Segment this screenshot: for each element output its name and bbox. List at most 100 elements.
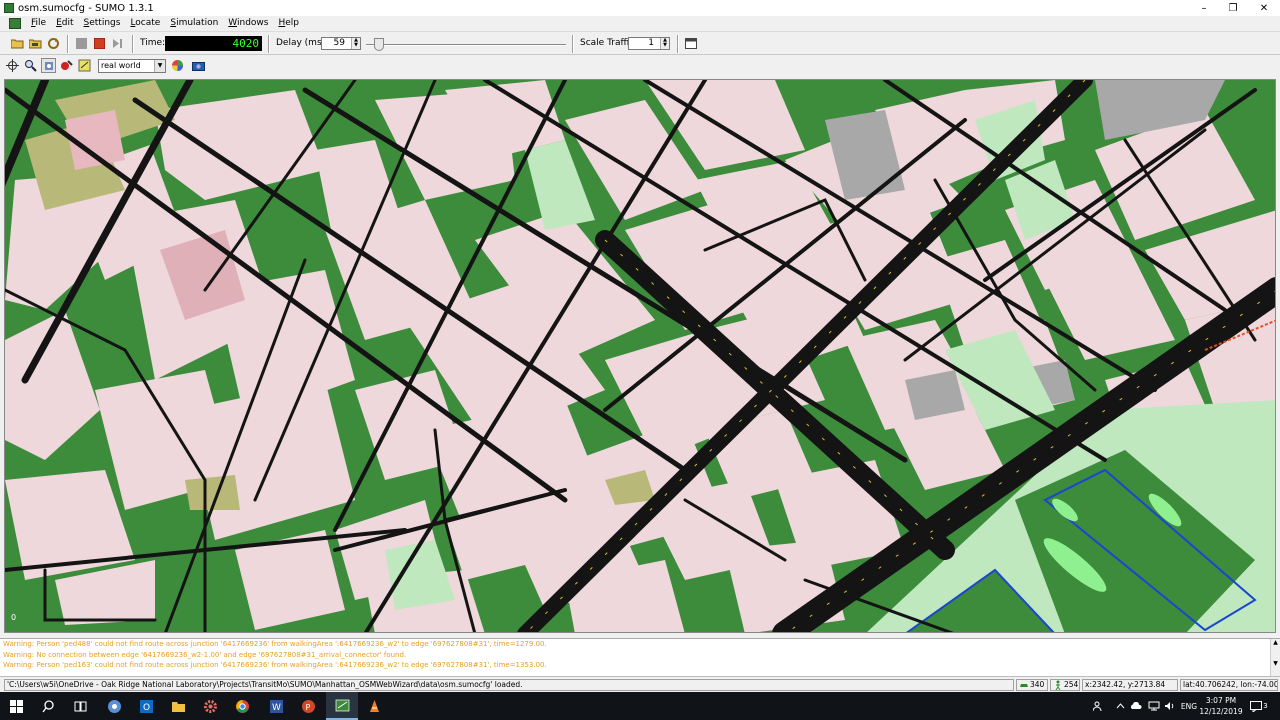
warning-message: Warning: No connection between edge '641… (3, 650, 407, 659)
locate-junction-button[interactable] (41, 58, 56, 73)
map-scale-marker: 0 (11, 613, 16, 622)
taskbar-app-chrome[interactable] (226, 692, 258, 720)
scale-traffic-value: 1 (648, 38, 654, 48)
windows-logo-icon (9, 699, 23, 713)
taskbar-app-sumo[interactable] (326, 692, 358, 720)
delay-spin-arrows-icon[interactable]: ▲ ▼ (351, 38, 360, 49)
task-view-button[interactable] (64, 692, 96, 720)
view-settings-button[interactable] (77, 58, 92, 73)
taskbar-app-settings[interactable] (194, 692, 226, 720)
chevron-up-icon (1116, 703, 1124, 709)
vehicle-count: 340 (1016, 679, 1048, 691)
magnifier-icon (25, 60, 37, 72)
warning-message: Warning: Person 'ped488' could not find … (3, 640, 547, 648)
show-hidden-icons[interactable] (1112, 692, 1128, 720)
stop-button[interactable] (92, 36, 107, 51)
minimize-button[interactable]: – (1190, 0, 1218, 16)
taskbar-app-outlook[interactable]: O (130, 692, 162, 720)
time-display: 4020 (165, 36, 262, 51)
volume-tray-icon[interactable] (1162, 692, 1178, 720)
sumo-icon (335, 699, 349, 711)
taskbar-app-explorer[interactable] (162, 692, 194, 720)
menu-edit[interactable]: Edit (51, 16, 78, 31)
scale-spin-arrows-icon[interactable]: ▲ ▼ (660, 38, 669, 49)
onedrive-tray-icon[interactable] (1128, 692, 1144, 720)
notification-icon (1250, 700, 1263, 712)
network-map-view[interactable]: 0 (4, 79, 1276, 633)
car-icon (1020, 684, 1028, 687)
delay-spinner[interactable]: 59 ▲ ▼ (321, 37, 361, 50)
reload-button[interactable] (46, 36, 61, 51)
title-bar: osm.sumocfg - SUMO 1.3.1 – ❐ ✕ (0, 0, 1280, 16)
sumo-app-icon (4, 3, 14, 13)
reload-icon (48, 38, 59, 49)
camera-icon (192, 62, 205, 71)
color-scheme-button[interactable] (59, 58, 74, 73)
message-scrollbar[interactable]: ▲ ▼ (1270, 639, 1280, 677)
delay-value: 59 (333, 38, 345, 48)
task-view-icon (74, 701, 86, 711)
locate-button[interactable] (23, 58, 38, 73)
window-menu-icon[interactable] (9, 18, 21, 29)
start-button[interactable] (74, 36, 89, 51)
folder-icon (171, 701, 185, 712)
edit-coloring-button[interactable] (170, 58, 185, 73)
svg-text:O: O (143, 703, 150, 713)
delay-slider-thumb[interactable] (374, 38, 384, 51)
close-button[interactable]: ✕ (1250, 0, 1278, 16)
person-icon (1055, 680, 1061, 690)
open-network-button[interactable] (28, 36, 43, 51)
taskbar-app-powerpoint[interactable]: P (292, 692, 324, 720)
scheme-value: real world (101, 61, 141, 70)
svg-text:P: P (305, 703, 310, 712)
open-network-icon (29, 39, 42, 49)
search-icon (41, 699, 54, 712)
notification-count: 3 (1263, 702, 1268, 710)
status-message: 'C:\Users\w5i\OneDrive - Oak Ridge Natio… (4, 679, 1014, 691)
scale-traffic-spinner[interactable]: 1 ▲ ▼ (628, 37, 670, 50)
start-button[interactable] (0, 692, 32, 720)
people-tray-icon[interactable] (1088, 692, 1108, 720)
network-tray-icon[interactable] (1146, 692, 1162, 720)
step-button[interactable] (110, 36, 125, 51)
edit-chosen-button[interactable] (683, 36, 698, 51)
menu-bar: File Edit Settings Locate Simulation Win… (0, 16, 1280, 31)
window-title: osm.sumocfg - SUMO 1.3.1 (18, 2, 154, 14)
speaker-icon (1165, 702, 1174, 710)
clock-date: 12/12/2019 (1199, 707, 1243, 716)
screenshot-button[interactable] (191, 58, 206, 73)
simulation-toolbar: Time: 4020 Delay (ms): 59 ▲ ▼ Scale Traff… (0, 31, 1280, 55)
view-toolbar: real world ▼ (0, 55, 1280, 77)
taskbar-app-vlc[interactable] (358, 692, 390, 720)
message-window: Warning: Person 'ped488' could not find … (0, 638, 1280, 677)
color-wheel-icon (172, 60, 183, 71)
search-button[interactable] (32, 692, 64, 720)
svg-text:W: W (272, 703, 281, 713)
cursor-latlon: lat:40.706242, lon:-74.00631 (1180, 679, 1278, 691)
visualization-scheme-select[interactable]: real world ▼ (98, 59, 166, 73)
clock-time: 3:07 PM (1205, 696, 1237, 705)
taskbar-app-word[interactable]: W (260, 692, 292, 720)
taskbar-app-chrome-canary[interactable] (98, 692, 130, 720)
browser-icon (107, 699, 121, 713)
status-bar: 'C:\Users\w5i\OneDrive - Oak Ridge Natio… (0, 676, 1280, 692)
menu-help[interactable]: Help (273, 16, 304, 31)
chevron-down-icon: ▼ (154, 60, 165, 72)
menu-simulation[interactable]: Simulation (165, 16, 223, 31)
network-map: 0 (5, 80, 1275, 632)
powerpoint-icon: P (301, 699, 315, 713)
delay-slider[interactable] (366, 44, 566, 46)
recenter-view-button[interactable] (5, 58, 20, 73)
taskbar-clock[interactable]: 3:07 PM 12/12/2019 (1196, 695, 1246, 717)
maximize-button[interactable]: ❐ (1219, 0, 1247, 16)
paint-icon (61, 60, 73, 70)
menu-locate[interactable]: Locate (125, 16, 165, 31)
open-simulation-button[interactable] (10, 36, 25, 51)
menu-file[interactable]: File (26, 16, 51, 31)
person-count: 254 (1050, 679, 1080, 691)
notification-center-button[interactable]: 3 (1248, 692, 1270, 720)
menu-settings[interactable]: Settings (79, 16, 126, 31)
menu-windows[interactable]: Windows (223, 16, 273, 31)
windows-taskbar: O W P ENG 3:07 PM 12/12/2019 3 (0, 692, 1280, 720)
settings-icon (78, 59, 91, 72)
